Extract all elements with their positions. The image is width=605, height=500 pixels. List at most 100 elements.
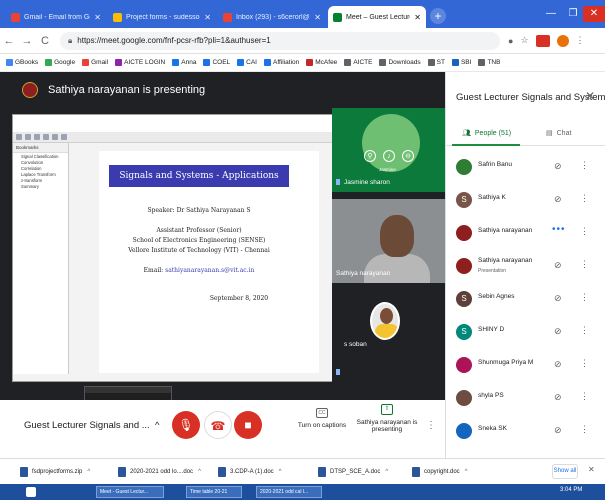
more-options-icon[interactable]: ⋮ [580, 259, 589, 270]
participant-row[interactable]: S SHINY D ⊘ ⋮ [446, 317, 605, 347]
camera-indicator-icon[interactable]: ● [508, 36, 513, 46]
tab-gmail[interactable]: Gmail - Email from Google ✕ [6, 6, 106, 28]
bookmark-link[interactable]: SBI [451, 59, 471, 66]
more-options-icon[interactable]: ⋮ [426, 420, 436, 431]
more-options-icon[interactable]: ⋮ [580, 391, 589, 402]
page-icon[interactable] [52, 134, 58, 140]
bookmark-link[interactable]: Affiliation [264, 59, 299, 66]
close-icon[interactable]: ✕ [414, 13, 421, 22]
camera-off-button[interactable]: ■ [234, 411, 262, 439]
participant-row[interactable]: Sathiya narayanan ••• ⋮ [446, 218, 605, 248]
bookmark-link[interactable]: Gmail [82, 59, 108, 66]
download-item[interactable]: 2020-2021 odd lo....doc ^ [118, 465, 201, 479]
window-close-icon[interactable]: ✕ [583, 6, 605, 22]
participant-row[interactable]: S Sebin Agnes ⊘ ⋮ [446, 284, 605, 314]
mic-muted-icon[interactable]: ⊘ [554, 425, 562, 436]
minimize-icon[interactable]: — [540, 6, 562, 22]
mic-muted-icon[interactable]: ⊘ [554, 359, 562, 370]
more-options-icon[interactable]: ⋮ [580, 193, 589, 204]
mute-icon[interactable]: ♪ [383, 150, 395, 162]
participant-tile[interactable]: ⚲ ♪ ⊖ Jasmine Jasmine sharon [332, 108, 445, 192]
mic-muted-icon[interactable]: ⊘ [554, 194, 562, 205]
bookmark-link[interactable]: McAfee [306, 59, 337, 66]
captions-button[interactable]: CC Turn on captions [292, 408, 352, 429]
close-icon[interactable]: ✕ [582, 88, 598, 104]
remove-icon[interactable]: ⊖ [402, 150, 414, 162]
meeting-details-button[interactable]: Guest Lecturer Signals and ... ^ [24, 420, 159, 431]
taskbar-item[interactable]: Meet - Guest Lectur... [96, 486, 164, 498]
extension-icon[interactable] [535, 34, 550, 47]
open-icon[interactable] [16, 134, 22, 140]
menu-icon[interactable]: ⋮ [576, 35, 585, 46]
more-options-icon[interactable]: ⋮ [580, 292, 589, 303]
bookmark-link[interactable]: AICTE [344, 59, 372, 66]
bookmark-link[interactable]: Google [45, 59, 75, 66]
tab-chat[interactable]: ▤ Chat [546, 129, 571, 138]
new-tab-button[interactable]: + [430, 8, 446, 24]
bookmark-link[interactable]: Anna [172, 59, 196, 66]
zoom-icon[interactable] [43, 134, 49, 140]
download-item[interactable]: DTSP_SCE_A.doc ^ [318, 465, 388, 479]
tab-people[interactable]: 👥︎ People (51) [462, 129, 511, 138]
print-icon[interactable] [34, 134, 40, 140]
bookmark-link[interactable]: ST [427, 59, 445, 66]
participant-row[interactable]: S Sathiya K ⊘ ⋮ [446, 185, 605, 215]
more-options-icon[interactable]: ⋮ [580, 358, 589, 369]
chevron-up-icon[interactable]: ^ [465, 469, 468, 475]
bookmark-item[interactable]: Summary [13, 183, 68, 189]
taskbar-item[interactable]: 2020-2021 odd cal l... [256, 486, 322, 498]
url-field[interactable]: 🔒︎ https://meet.google.com/fnf-pcsr-rfb?… [60, 31, 500, 50]
download-item[interactable]: fsdprojectforms.zip ^ [20, 465, 90, 479]
forward-icon[interactable]: → [18, 35, 36, 47]
participant-row[interactable]: Shunmuga Priya M ⊘ ⋮ [446, 350, 605, 380]
download-item[interactable]: copyright.doc ^ [412, 465, 468, 479]
more-options-icon[interactable]: ⋮ [580, 424, 589, 435]
participant-row[interactable]: Sathiya narayanan Presentation ⊘ ⋮ [446, 251, 605, 281]
reload-icon[interactable]: C [36, 35, 54, 47]
chevron-up-icon[interactable]: ^ [385, 469, 388, 475]
chevron-up-icon[interactable]: ^ [87, 469, 90, 475]
star-icon[interactable]: ☆ [520, 35, 528, 46]
tab-inbox[interactable]: Inbox (293) - s6cerorl@gmail.com ✕ [218, 6, 326, 28]
maximize-icon[interactable]: ❐ [562, 6, 584, 22]
presenting-button[interactable]: ⇧ Sathiya narayanan is presenting [356, 404, 418, 433]
bookmark-link[interactable]: COEL [203, 59, 230, 66]
tab-meet[interactable]: Meet – Guest Lecturer Signal ✕ [328, 6, 426, 28]
taskbar-item[interactable]: Time table 20-21 [186, 486, 242, 498]
bookmark-link[interactable]: TNB [478, 59, 500, 66]
chevron-up-icon[interactable]: ^ [279, 469, 282, 475]
tab-project-forms[interactable]: Project forms - sudesson.upSig ✕ [108, 6, 216, 28]
pin-icon[interactable]: ⚲ [364, 150, 376, 162]
participant-row[interactable]: shyla PS ⊘ ⋮ [446, 383, 605, 413]
end-call-button[interactable]: ☎︎ [204, 411, 232, 439]
rotate-icon[interactable] [61, 134, 67, 140]
save-icon[interactable] [25, 134, 31, 140]
profile-avatar[interactable] [556, 34, 569, 47]
close-icon[interactable]: ✕ [588, 465, 595, 474]
mic-muted-icon[interactable]: ⊘ [554, 260, 562, 271]
microphone-off-button[interactable]: 🎙︎ [172, 411, 200, 439]
close-icon[interactable]: ✕ [314, 13, 321, 22]
mic-muted-icon[interactable]: ⊘ [554, 392, 562, 403]
chevron-up-icon[interactable]: ^ [198, 469, 201, 475]
bookmark-link[interactable]: Downloads [379, 59, 421, 66]
participant-tile[interactable]: Sathiya narayanan [332, 199, 445, 283]
close-icon[interactable]: ✕ [204, 13, 211, 22]
more-options-icon[interactable]: ⋮ [580, 226, 589, 237]
close-icon[interactable]: ✕ [94, 13, 101, 22]
more-options-icon[interactable]: ⋮ [580, 160, 589, 171]
bookmark-link[interactable]: CAI [237, 59, 257, 66]
participant-row[interactable]: Sneka SK ⊘ ⋮ [446, 416, 605, 446]
bookmark-link[interactable]: AICTE LOGIN [115, 59, 165, 66]
mic-muted-icon[interactable]: ⊘ [554, 326, 562, 337]
bookmark-link[interactable]: GBooks [6, 59, 38, 66]
download-item[interactable]: 3.CDP-A (1).doc ^ [218, 465, 282, 479]
mic-muted-icon[interactable]: ⊘ [554, 161, 562, 172]
windows-start-icon[interactable] [26, 487, 36, 497]
participant-row[interactable]: Safrin Banu ⊘ ⋮ [446, 152, 605, 182]
show-all-button[interactable]: Show all [552, 464, 578, 479]
back-icon[interactable]: ← [0, 35, 18, 47]
more-options-icon[interactable]: ⋮ [580, 325, 589, 336]
mic-muted-icon[interactable]: ⊘ [554, 293, 562, 304]
participant-tile[interactable]: s soban [332, 298, 445, 382]
